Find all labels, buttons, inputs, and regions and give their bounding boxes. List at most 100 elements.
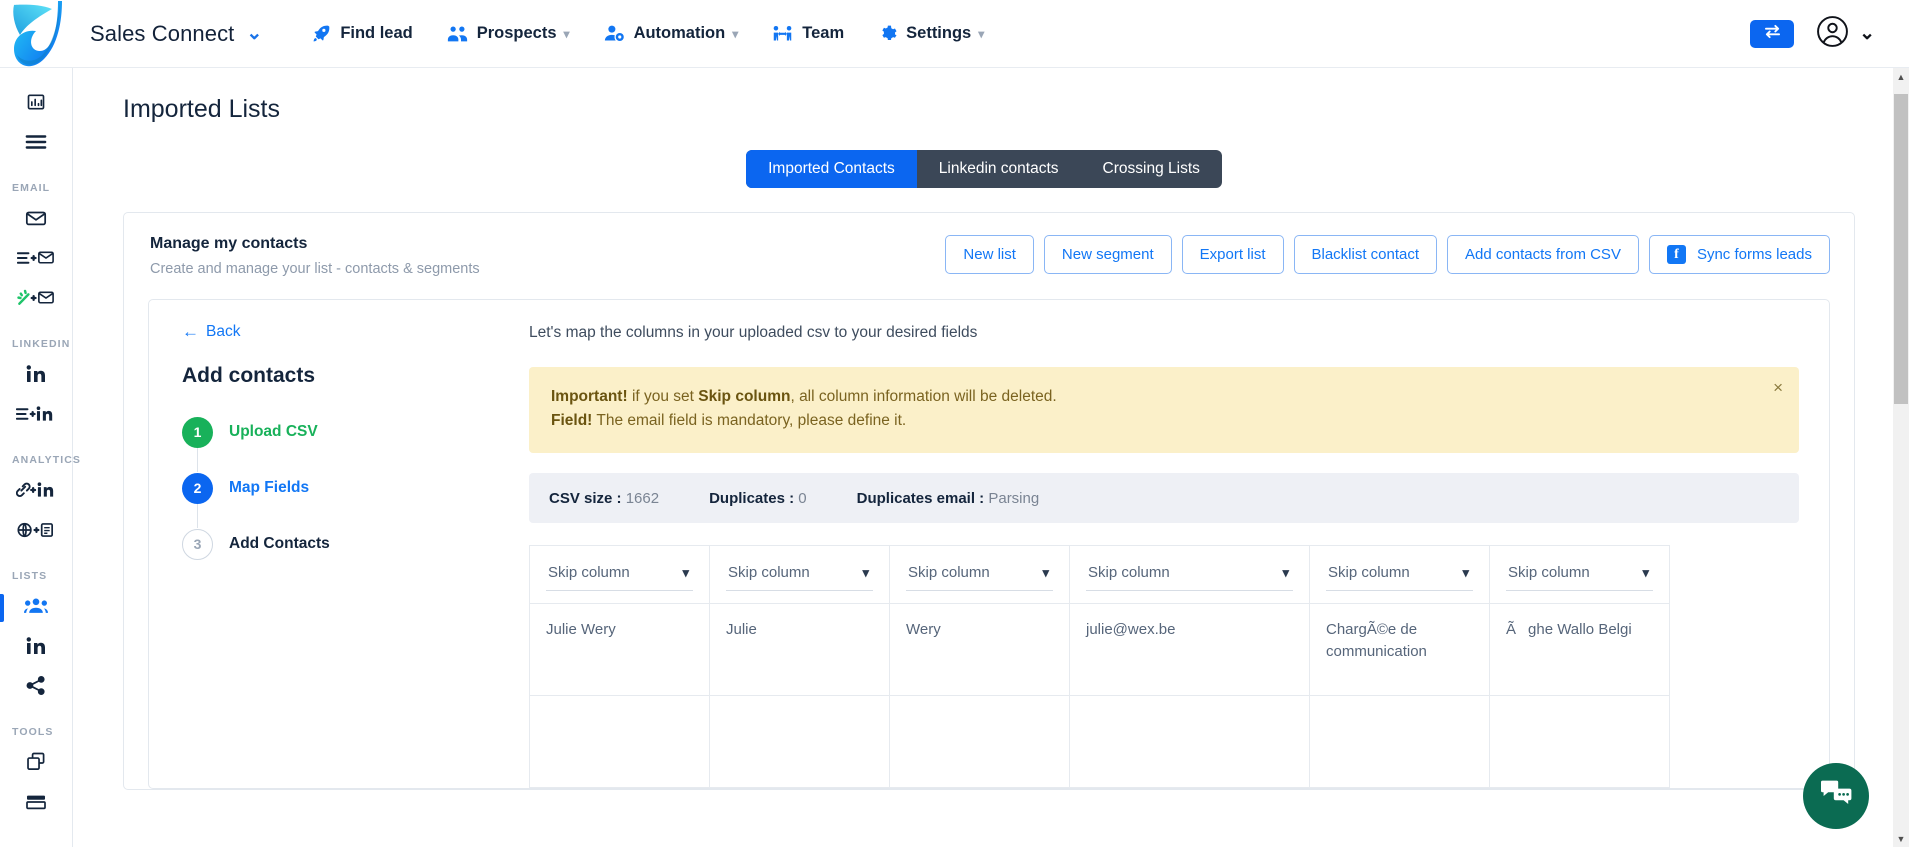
column-map-select-4[interactable]: Skip column (1326, 560, 1473, 592)
close-icon[interactable]: × (1773, 379, 1783, 396)
sidebar-group-tools: TOOLS (12, 726, 54, 738)
sidebar-item-cards[interactable] (0, 784, 72, 824)
column-header-cell: Skip column ▾ (1069, 545, 1310, 605)
sidebar-item-dashboard[interactable] (0, 84, 72, 124)
column-map-select-1[interactable]: Skip column (726, 560, 873, 592)
sidebar-group-email: EMAIL (12, 182, 51, 194)
swap-account-button[interactable] (1750, 19, 1795, 48)
csv-stats-bar: CSV size : 1662 Duplicates : 0 Duplicate… (529, 473, 1799, 524)
chevron-down-icon: ▾ (978, 26, 985, 41)
add-contacts-from-csv-button[interactable]: Add contacts from CSV (1447, 235, 1639, 274)
sidebar-item-crossing-lists[interactable] (0, 668, 72, 708)
step-number-badge: 1 (182, 416, 213, 448)
manage-contacts-subtitle: Create and manage your list - contacts &… (150, 261, 480, 277)
export-list-button[interactable]: Export list (1181, 235, 1284, 274)
stat-value: Parsing (988, 489, 1040, 507)
new-segment-button[interactable]: New segment (1043, 235, 1172, 274)
tab-imported-contacts[interactable]: Imported Contacts (746, 150, 917, 188)
new-list-button[interactable]: New list (945, 235, 1034, 274)
alert-line1-mid: if you set (627, 388, 699, 405)
sidebar-group-analytics: ANALYTICS (12, 454, 82, 466)
sidebar-item-menu[interactable] (0, 124, 72, 164)
dashboard-chart-icon (26, 92, 46, 117)
scrollbar-thumb[interactable] (1894, 94, 1908, 404)
sidebar-group-lists: LISTS (12, 570, 48, 582)
wizard-step-map-fields[interactable]: 2 Map Fields (182, 460, 509, 528)
sidebar-item-linkedin-campaign[interactable] (0, 396, 72, 436)
back-label: Back (206, 323, 241, 340)
wizard-step-upload-csv[interactable]: 1 Upload CSV (182, 404, 509, 472)
app-logo[interactable] (0, 0, 88, 68)
blacklist-contact-button[interactable]: Blacklist contact (1293, 235, 1438, 274)
stat-label: CSV size : (549, 489, 622, 507)
nav-item-find-lead[interactable]: Find lead (312, 24, 413, 43)
nav-label: Prospects (476, 24, 557, 42)
stat-csv-size: CSV size : 1662 (549, 490, 659, 507)
page-title: Imported Lists (123, 95, 281, 123)
table-row (529, 695, 1670, 789)
sidebar-item-imported-lists[interactable] (0, 588, 72, 628)
sidebar-item-linkedin[interactable] (0, 356, 72, 396)
contacts-group-icon (24, 596, 48, 620)
tab-crossing-lists[interactable]: Crossing Lists (1081, 150, 1222, 188)
alert-line-1: Important! if you set Skip column, all c… (551, 385, 1777, 409)
table-cell: Wery (889, 603, 1070, 697)
column-mapping-table-wrapper: Skip column ▾ Skip column ▾ Skip column … (529, 545, 1799, 789)
column-map-select-3[interactable]: Skip column (1086, 560, 1293, 592)
nav-label: Automation (633, 24, 726, 42)
column-map-select-0[interactable]: Skip column (546, 560, 693, 592)
alert-field-label: Field! (551, 412, 593, 430)
list-plus-linkedin-icon (15, 405, 56, 428)
table-cell (529, 695, 710, 789)
chevron-down-icon: ▾ (563, 26, 570, 41)
column-mapping-table: Skip column ▾ Skip column ▾ Skip column … (529, 545, 1670, 789)
nav-label: Settings (906, 24, 972, 42)
card-header: Manage my contacts Create and manage you… (124, 213, 1854, 299)
sidebar-item-email[interactable] (0, 200, 72, 240)
magic-wand-envelope-icon (17, 289, 55, 312)
linkedin-icon (26, 364, 46, 388)
account-menu[interactable]: ⌄ (1816, 15, 1875, 53)
sidebar-item-linkedin-lists[interactable] (0, 628, 72, 668)
scroll-down-arrow-icon[interactable]: ▼ (1893, 830, 1909, 847)
sidebar-item-email-magic[interactable] (0, 280, 72, 320)
chevron-down-icon: ▾ (732, 26, 739, 41)
table-cell (1309, 695, 1490, 789)
wizard-steps: 1 Upload CSV 2 Map Fields 3 Add Contacts (182, 404, 509, 572)
nav-label: Find lead (340, 24, 413, 42)
sidebar-item-website-analytics[interactable] (0, 512, 72, 552)
account-icon (1816, 15, 1849, 53)
tab-linkedin-contacts[interactable]: Linkedin contacts (917, 150, 1081, 188)
manage-contacts-card: Manage my contacts Create and manage you… (123, 212, 1855, 791)
sync-forms-leads-button[interactable]: f Sync forms leads (1648, 235, 1830, 274)
nav-item-team[interactable]: Team (772, 24, 844, 43)
card-actions: New list New segment Export list Blackli… (945, 235, 1830, 274)
list-tabs: Imported Contacts Linkedin contacts Cros… (746, 150, 1222, 188)
brand-name[interactable]: Sales Connect (90, 21, 234, 47)
nav-item-settings[interactable]: Settings ▾ (878, 24, 984, 43)
column-map-select-2[interactable]: Skip column (906, 560, 1053, 592)
link-plus-linkedin-icon (15, 481, 56, 504)
sidebar-item-email-campaign[interactable] (0, 240, 72, 280)
wizard-column: ← Back Add contacts 1 Upload CSV 2 Map F… (149, 300, 509, 788)
back-link[interactable]: ← Back (182, 322, 240, 342)
sidebar-item-link-analytics[interactable] (0, 472, 72, 512)
sidebar-item-templates[interactable] (0, 744, 72, 784)
nav-item-automation[interactable]: Automation ▾ (604, 24, 739, 43)
gear-icon (878, 24, 897, 43)
step-label: Upload CSV (229, 423, 318, 440)
scroll-up-arrow-icon[interactable]: ▲ (1893, 68, 1909, 85)
step-number-badge: 3 (182, 528, 213, 560)
table-cell (1069, 695, 1310, 789)
wizard-step-add-contacts[interactable]: 3 Add Contacts (182, 516, 509, 572)
alert-line2-end: The email field is mandatory, please def… (592, 412, 907, 430)
brand-chevron-down-icon[interactable]: ⌄ (246, 22, 262, 45)
vertical-scrollbar[interactable]: ▲ ▼ (1893, 68, 1909, 847)
nav-label: Team (802, 24, 845, 42)
nav-item-prospects[interactable]: Prospects ▾ (447, 24, 570, 43)
stat-label: Duplicates : (709, 489, 795, 507)
column-map-select-5[interactable]: Skip column (1506, 560, 1653, 592)
chat-widget-button[interactable] (1803, 763, 1869, 829)
arrow-left-icon: ← (182, 322, 199, 341)
stat-duplicates: Duplicates : 0 (709, 490, 807, 507)
